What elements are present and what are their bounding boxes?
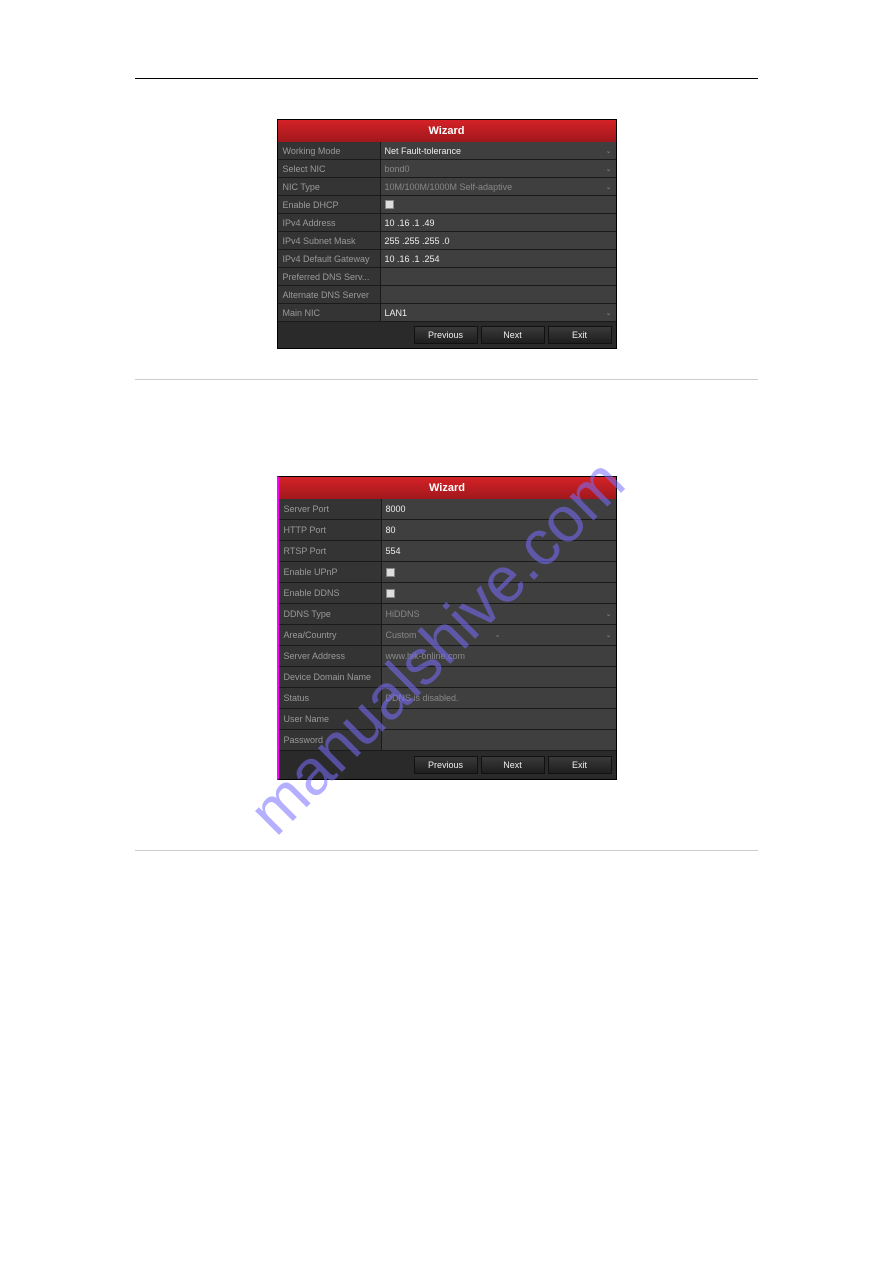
value-select-nic[interactable]: bond0 ⌄ (380, 160, 616, 177)
label-password: Password (279, 735, 381, 745)
label-main-nic: Main NIC (278, 308, 380, 318)
label-ipv4-address: IPv4 Address (278, 218, 380, 228)
previous-button[interactable]: Previous (414, 326, 478, 344)
label-enable-ddns: Enable DDNS (279, 588, 381, 598)
label-select-nic: Select NIC (278, 164, 380, 174)
row-select-nic: Select NIC bond0 ⌄ (278, 160, 616, 178)
row-working-mode: Working Mode Net Fault-tolerance ⌄ (278, 142, 616, 160)
input-pref-dns[interactable] (380, 268, 616, 285)
wizard-footer: Previous Next Exit (279, 751, 616, 779)
label-http-port: HTTP Port (279, 525, 381, 535)
wizard-title: Wizard (278, 120, 616, 142)
label-ipv4-gateway: IPv4 Default Gateway (278, 254, 380, 264)
value-area-country[interactable]: Custom ⌄ ⌄ (381, 625, 616, 645)
row-http-port: HTTP Port 80 (279, 520, 616, 541)
label-rtsp-port: RTSP Port (279, 546, 381, 556)
row-main-nic: Main NIC LAN1 ⌄ (278, 304, 616, 322)
checkbox-enable-upnp[interactable] (386, 568, 395, 577)
row-ddns-type: DDNS Type HiDDNS ⌄ (279, 604, 616, 625)
input-rtsp-port[interactable]: 554 (381, 541, 616, 561)
text-main-nic: LAN1 (385, 308, 408, 318)
wizard-footer: Previous Next Exit (278, 322, 616, 348)
row-device-domain: Device Domain Name (279, 667, 616, 688)
row-ipv4-address: IPv4 Address 10 .16 .1 .49 (278, 214, 616, 232)
input-device-domain[interactable] (381, 667, 616, 687)
wizard-ports: Wizard Server Port 8000 HTTP Port 80 RTS… (277, 476, 617, 780)
row-rtsp-port: RTSP Port 554 (279, 541, 616, 562)
row-area-country: Area/Country Custom ⌄ ⌄ (279, 625, 616, 646)
chevron-down-icon: ⌄ (495, 631, 501, 639)
label-server-port: Server Port (279, 504, 381, 514)
label-status: Status (279, 693, 381, 703)
next-button[interactable]: Next (481, 756, 545, 774)
label-enable-upnp: Enable UPnP (279, 567, 381, 577)
chevron-down-icon: ⌄ (606, 183, 612, 191)
row-nic-type: NIC Type 10M/100M/1000M Self-adaptive ⌄ (278, 178, 616, 196)
input-server-port[interactable]: 8000 (381, 499, 616, 519)
input-server-address[interactable]: www.hik-online.com (381, 646, 616, 666)
label-enable-dhcp: Enable DHCP (278, 200, 380, 210)
chevron-down-icon: ⌄ (606, 165, 612, 173)
value-enable-ddns (381, 583, 616, 603)
label-ipv4-subnet: IPv4 Subnet Mask (278, 236, 380, 246)
row-password: Password (279, 730, 616, 751)
chevron-down-icon: ⌄ (606, 147, 612, 155)
chevron-down-icon: ⌄ (606, 309, 612, 317)
exit-button[interactable]: Exit (548, 326, 612, 344)
label-device-domain: Device Domain Name (279, 672, 381, 682)
input-ipv4-address[interactable]: 10 .16 .1 .49 (380, 214, 616, 231)
row-user-name: User Name (279, 709, 616, 730)
text-area-country: Custom (386, 630, 417, 640)
input-http-port[interactable]: 80 (381, 520, 616, 540)
value-enable-upnp (381, 562, 616, 582)
label-working-mode: Working Mode (278, 146, 380, 156)
input-alt-dns[interactable] (380, 286, 616, 303)
label-ddns-type: DDNS Type (279, 609, 381, 619)
label-area-country: Area/Country (279, 630, 381, 640)
value-ddns-type[interactable]: HiDDNS ⌄ (381, 604, 616, 624)
label-nic-type: NIC Type (278, 182, 380, 192)
value-enable-dhcp (380, 196, 616, 213)
input-user-name[interactable] (381, 709, 616, 729)
row-enable-upnp: Enable UPnP (279, 562, 616, 583)
label-alt-dns: Alternate DNS Server (278, 290, 380, 300)
row-status: Status DDNS is disabled. (279, 688, 616, 709)
text-working-mode: Net Fault-tolerance (385, 146, 462, 156)
previous-button[interactable]: Previous (414, 756, 478, 774)
divider-mid-2 (135, 850, 758, 851)
row-pref-dns: Preferred DNS Serv... (278, 268, 616, 286)
label-server-address: Server Address (279, 651, 381, 661)
value-main-nic[interactable]: LAN1 ⌄ (380, 304, 616, 321)
checkbox-enable-dhcp[interactable] (385, 200, 394, 209)
next-button[interactable]: Next (481, 326, 545, 344)
label-pref-dns: Preferred DNS Serv... (278, 272, 380, 282)
row-enable-dhcp: Enable DHCP (278, 196, 616, 214)
chevron-down-icon: ⌄ (606, 610, 612, 618)
chevron-down-icon: ⌄ (606, 631, 612, 639)
text-select-nic: bond0 (385, 164, 410, 174)
wizard-title: Wizard (279, 477, 616, 499)
exit-button[interactable]: Exit (548, 756, 612, 774)
divider-top (135, 78, 758, 79)
row-alt-dns: Alternate DNS Server (278, 286, 616, 304)
row-ipv4-subnet: IPv4 Subnet Mask 255 .255 .255 .0 (278, 232, 616, 250)
row-server-port: Server Port 8000 (279, 499, 616, 520)
input-ipv4-gateway[interactable]: 10 .16 .1 .254 (380, 250, 616, 267)
row-enable-ddns: Enable DDNS (279, 583, 616, 604)
row-server-address: Server Address www.hik-online.com (279, 646, 616, 667)
text-ddns-type: HiDDNS (386, 609, 420, 619)
wizard-network: Wizard Working Mode Net Fault-tolerance … (277, 119, 617, 349)
input-ipv4-subnet[interactable]: 255 .255 .255 .0 (380, 232, 616, 249)
text-nic-type: 10M/100M/1000M Self-adaptive (385, 182, 513, 192)
value-status: DDNS is disabled. (381, 688, 616, 708)
input-password[interactable] (381, 730, 616, 750)
checkbox-enable-ddns[interactable] (386, 589, 395, 598)
label-user-name: User Name (279, 714, 381, 724)
divider-mid-1 (135, 379, 758, 380)
value-nic-type[interactable]: 10M/100M/1000M Self-adaptive ⌄ (380, 178, 616, 195)
row-ipv4-gateway: IPv4 Default Gateway 10 .16 .1 .254 (278, 250, 616, 268)
value-working-mode[interactable]: Net Fault-tolerance ⌄ (380, 142, 616, 159)
